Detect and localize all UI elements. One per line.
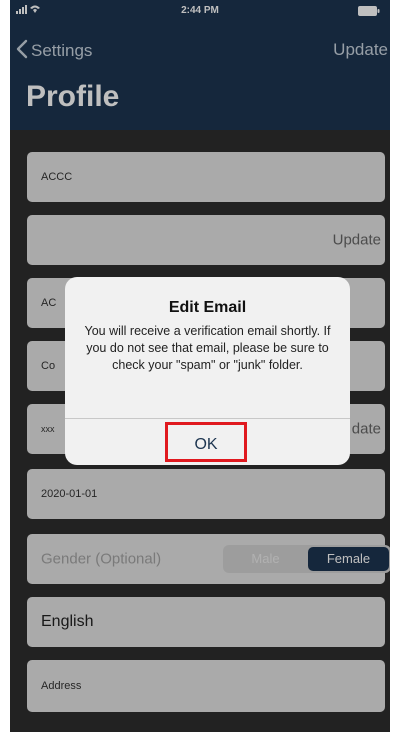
dialog-message: You will receive a verification email sh… [84, 324, 331, 372]
edit-email-dialog: Edit Email You will receive a verificati… [65, 277, 350, 465]
profile-screen: 2:44 PM Settings Update Profile ACCC Upd… [10, 0, 390, 732]
dialog-title: Edit Email [168, 299, 247, 316]
dialog-divider [65, 418, 350, 419]
ok-button[interactable]: OK [165, 422, 247, 462]
